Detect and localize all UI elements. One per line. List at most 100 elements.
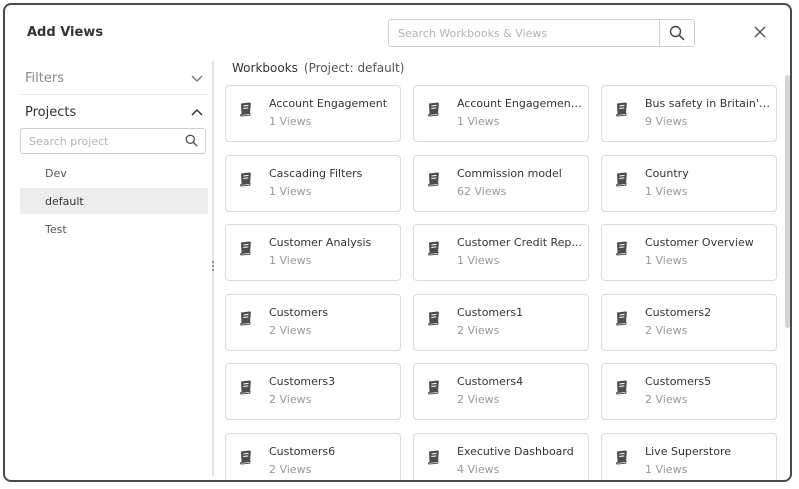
- book-icon: [614, 449, 630, 469]
- filters-label: Filters: [25, 71, 64, 86]
- workbook-card[interactable]: Customers1 2 Views: [413, 293, 589, 351]
- book-icon: [426, 379, 442, 399]
- workbook-name: Customers2: [645, 305, 712, 319]
- workbook-name: Customers1: [457, 305, 524, 319]
- workbook-card[interactable]: Customer Credit Rep... 1 Views: [413, 224, 589, 281]
- workbook-name: Customers: [269, 305, 329, 319]
- workbook-views-count: 1 Views: [645, 184, 688, 198]
- workbook-views-count: 1 Views: [269, 184, 312, 198]
- workbook-card[interactable]: Customers6 2 Views: [225, 432, 401, 480]
- book-icon: [614, 240, 630, 260]
- projects-label: Projects: [25, 104, 77, 120]
- workbook-card[interactable]: Executive Dashboard 4 Views: [413, 432, 589, 480]
- workbook-name: Live Superstore: [645, 444, 732, 458]
- workbook-views-count: 1 Views: [645, 462, 688, 476]
- book-icon: [614, 101, 630, 121]
- project-item-label: Dev: [45, 166, 67, 180]
- search-icon: [669, 25, 685, 41]
- workbook-card[interactable]: Customers4 2 Views: [413, 363, 589, 420]
- project-item-label: Test: [45, 222, 67, 236]
- workbook-name: Commission model: [457, 166, 562, 180]
- book-icon: [426, 310, 442, 330]
- book-icon: [614, 171, 630, 191]
- add-views-dialog: Add Views Filters Projects: [3, 3, 792, 482]
- workbook-name: Account Engagement...: [457, 97, 583, 110]
- workbook-views-count: 2 Views: [645, 323, 688, 337]
- book-icon: [238, 310, 254, 330]
- project-item-test[interactable]: Test: [20, 216, 208, 242]
- workbook-name: Customer Credit Rep...: [457, 236, 582, 249]
- resize-grip-icon[interactable]: [210, 261, 216, 275]
- workbook-name: Bus safety in Britain's ...: [645, 97, 771, 110]
- close-button[interactable]: [749, 21, 771, 43]
- book-icon: [426, 101, 442, 121]
- workbook-card[interactable]: Account Engagement... 1 Views: [413, 85, 589, 142]
- filters-section-toggle[interactable]: Filters: [19, 63, 209, 95]
- workbook-name: Country: [645, 166, 689, 180]
- project-item-label: default: [45, 194, 84, 208]
- book-icon: [238, 171, 254, 191]
- workbook-card[interactable]: Account Engagement 1 Views: [225, 85, 401, 142]
- sidebar: Filters Projects Dev default Test: [19, 61, 209, 480]
- workbook-card[interactable]: Customer Analysis 1 Views: [225, 224, 401, 281]
- workbook-card[interactable]: Customers 2 Views: [225, 293, 401, 351]
- workbook-views-count: 62 Views: [457, 184, 507, 198]
- workbook-views-count: 1 Views: [457, 254, 500, 267]
- project-note: (Project: default): [303, 61, 405, 75]
- workbook-views-count: 9 Views: [645, 115, 688, 128]
- search-icon[interactable]: [185, 134, 198, 147]
- workbook-card[interactable]: Customers3 2 Views: [225, 363, 401, 420]
- workbook-views-count: 1 Views: [457, 115, 500, 128]
- workbook-name: Customer Analysis: [269, 236, 372, 249]
- workbook-views-count: 2 Views: [457, 393, 500, 406]
- book-icon: [238, 240, 254, 260]
- book-icon: [426, 171, 442, 191]
- workbook-name: Customers5: [645, 375, 712, 388]
- workbook-name: Customers6: [269, 444, 336, 458]
- book-icon: [426, 449, 442, 469]
- project-search-input[interactable]: [21, 129, 179, 153]
- workbook-views-count: 2 Views: [269, 323, 312, 337]
- workbook-card[interactable]: Cascading Filters 1 Views: [225, 154, 401, 212]
- workbook-views-count: 1 Views: [645, 254, 688, 267]
- workbook-name: Customers3: [269, 375, 336, 388]
- workbook-search-input[interactable]: [389, 20, 659, 46]
- project-item-dev[interactable]: Dev: [20, 160, 208, 186]
- search-button[interactable]: [659, 20, 694, 46]
- workbook-name: Cascading Filters: [269, 166, 363, 180]
- workbook-card[interactable]: Country 1 Views: [601, 154, 777, 212]
- close-icon: [754, 26, 766, 38]
- book-icon: [426, 240, 442, 260]
- projects-section-toggle[interactable]: Projects: [19, 96, 209, 128]
- workbook-card[interactable]: Customers5 2 Views: [601, 363, 777, 420]
- workbook-search: [388, 19, 695, 47]
- workbook-views-count: 1 Views: [269, 115, 312, 128]
- workbook-card[interactable]: Customer Overview 1 Views: [601, 224, 777, 281]
- book-icon: [614, 310, 630, 330]
- workbook-name: Customers4: [457, 375, 524, 388]
- workbook-name: Executive Dashboard: [457, 444, 574, 458]
- workbook-views-count: 2 Views: [645, 393, 688, 406]
- project-item-default[interactable]: default: [20, 188, 208, 214]
- workbook-card[interactable]: Commission model 62 Views: [413, 154, 589, 212]
- project-search: [20, 128, 206, 154]
- book-icon: [238, 379, 254, 399]
- chevron-up-icon: [191, 108, 203, 116]
- workbook-grid: Account Engagement 1 Views Account Engagem…: [225, 85, 780, 480]
- workbook-card[interactable]: Live Superstore 1 Views: [601, 432, 777, 480]
- workbook-views-count: 2 Views: [269, 462, 312, 476]
- workbook-views-count: 1 Views: [269, 254, 312, 267]
- workbook-card[interactable]: Customers2 2 Views: [601, 293, 777, 351]
- chevron-down-icon: [191, 75, 203, 82]
- workbook-views-count: 2 Views: [457, 323, 500, 337]
- workbook-name: Account Engagement: [269, 97, 388, 110]
- dialog-title: Add Views: [27, 25, 104, 40]
- workbooks-header: Workbooks (Project: default): [232, 61, 404, 75]
- scrollbar-thumb[interactable]: [785, 75, 790, 328]
- book-icon: [238, 449, 254, 469]
- book-icon: [614, 379, 630, 399]
- workbook-card[interactable]: Bus safety in Britain's ... 9 Views: [601, 85, 777, 142]
- workbook-views-count: 4 Views: [457, 462, 500, 476]
- book-icon: [238, 101, 254, 121]
- workbook-name: Customer Overview: [645, 236, 754, 249]
